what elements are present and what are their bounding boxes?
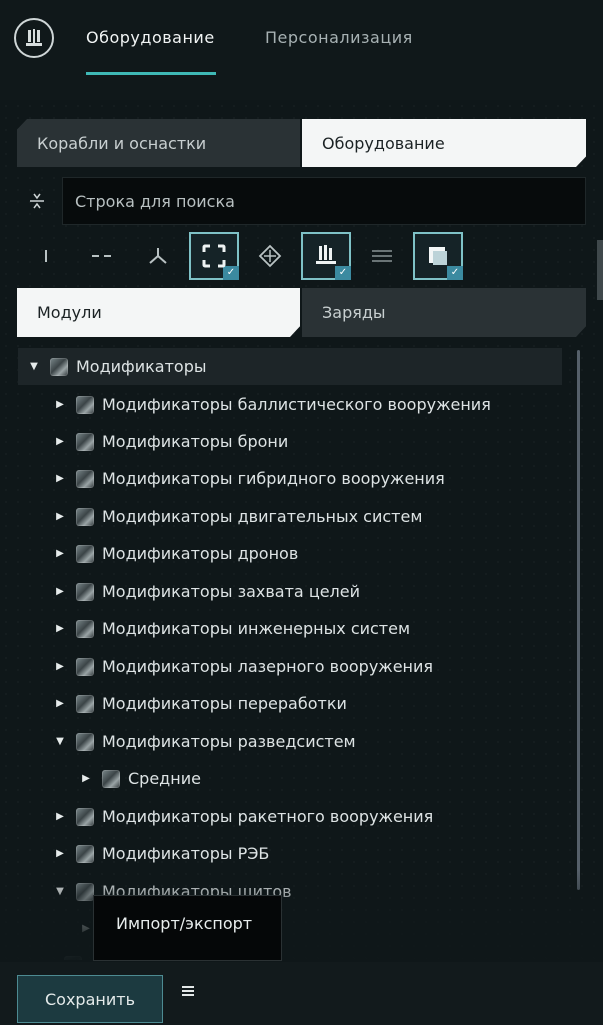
tree-item[interactable]: ▶ Модификаторы баллистического вооружени… bbox=[18, 386, 562, 423]
mid-slot-icon bbox=[92, 255, 111, 257]
top-bar: Оборудование Персонализация bbox=[0, 0, 603, 100]
rig-slot-icon bbox=[202, 244, 226, 268]
low-slot-icon bbox=[149, 248, 167, 264]
expand-arrow-icon[interactable]: ▶ bbox=[54, 399, 66, 410]
expand-arrow-icon[interactable]: ▶ bbox=[54, 811, 66, 822]
tree-item[interactable]: ▶ Средние bbox=[18, 760, 562, 797]
rig-group-icon bbox=[50, 357, 68, 376]
drone-filter[interactable] bbox=[242, 231, 298, 281]
tree-item-modifiers[interactable]: ▼ Модификаторы bbox=[18, 348, 562, 385]
rig-group-icon bbox=[76, 395, 94, 414]
rig-group-icon bbox=[64, 955, 82, 960]
rig-group-icon bbox=[76, 469, 94, 488]
resources-filter[interactable]: ✓ bbox=[410, 231, 466, 281]
expand-arrow-icon[interactable]: ▶ bbox=[54, 436, 66, 447]
hamburger-icon[interactable] bbox=[176, 980, 200, 1004]
expand-arrow-icon[interactable]: ▶ bbox=[54, 511, 66, 522]
expand-arrow-icon[interactable]: ▶ bbox=[54, 698, 66, 709]
expand-arrow-icon[interactable]: ▶ bbox=[54, 848, 66, 859]
rig-group-icon bbox=[102, 769, 120, 788]
tree-item[interactable]: ▼ Модификаторы разведсистем bbox=[18, 723, 562, 760]
rig-group-icon bbox=[76, 657, 94, 676]
skill-filter-icon bbox=[316, 245, 336, 264]
mid-slot-filter[interactable] bbox=[74, 231, 130, 281]
tree-item[interactable]: ▶ Модификаторы РЭБ bbox=[18, 835, 562, 872]
tree-item[interactable]: ▶ Модификаторы инженерных систем bbox=[18, 610, 562, 647]
expand-arrow-icon[interactable]: ▶ bbox=[54, 548, 66, 559]
tree-item[interactable]: ▶ Модификаторы захвата целей bbox=[18, 573, 562, 610]
expand-arrow-icon[interactable]: ▶ bbox=[54, 586, 66, 597]
tab-hardware[interactable]: Оборудование bbox=[302, 119, 586, 167]
search-bar bbox=[18, 177, 586, 225]
panel-scrollbar[interactable] bbox=[597, 240, 603, 300]
list-view-icon bbox=[372, 250, 392, 262]
tree-item[interactable]: ▶ Модификаторы ракетного вооружения bbox=[18, 798, 562, 835]
expand-arrow-icon[interactable]: ▼ bbox=[28, 361, 40, 372]
tab-ships-and-fittings[interactable]: Корабли и оснастки bbox=[17, 119, 300, 167]
low-slot-filter[interactable] bbox=[130, 231, 186, 281]
tree-item[interactable]: ▶ Модификаторы брони bbox=[18, 423, 562, 460]
expand-arrow-icon[interactable]: ▶ bbox=[54, 473, 66, 484]
tab-modules[interactable]: Модули bbox=[17, 288, 300, 337]
rig-group-icon bbox=[76, 582, 94, 601]
tab-personalization[interactable]: Персонализация bbox=[265, 28, 413, 47]
resources-icon bbox=[429, 247, 447, 265]
expand-arrow-icon[interactable]: ▶ bbox=[80, 923, 92, 934]
fitting-logo-icon[interactable] bbox=[14, 18, 54, 58]
skill-filter[interactable]: ✓ bbox=[298, 231, 354, 281]
tab-charges[interactable]: Заряды bbox=[302, 288, 586, 337]
tree-item[interactable]: ▶ Модификаторы дронов bbox=[18, 535, 562, 572]
rig-group-icon bbox=[76, 432, 94, 451]
search-input[interactable] bbox=[62, 177, 586, 225]
tree-scrollbar[interactable] bbox=[577, 350, 580, 890]
expand-arrow-icon[interactable]: ▶ bbox=[54, 623, 66, 634]
high-slot-icon bbox=[45, 250, 47, 262]
rig-group-icon bbox=[76, 507, 94, 526]
rig-slot-filter[interactable]: ✓ bbox=[186, 231, 242, 281]
rig-group-icon bbox=[76, 694, 94, 713]
expand-arrow-icon[interactable]: ▼ bbox=[54, 886, 66, 897]
rig-group-icon bbox=[76, 619, 94, 638]
import-export-tooltip: Импорт/экспорт bbox=[93, 895, 282, 961]
active-tab-indicator bbox=[86, 72, 216, 75]
save-button[interactable]: Сохранить bbox=[17, 975, 163, 1023]
tree-item[interactable]: ▶ Модификаторы лазерного вооружения bbox=[18, 648, 562, 685]
drone-icon bbox=[258, 244, 282, 268]
module-filter-bar: ✓ ✓ ✓ bbox=[18, 231, 586, 281]
rig-group-icon bbox=[76, 544, 94, 563]
rig-group-icon bbox=[76, 844, 94, 863]
expand-arrow-icon[interactable]: ▶ bbox=[80, 773, 92, 784]
expand-arrow-icon[interactable]: ▼ bbox=[54, 736, 66, 747]
high-slot-filter[interactable] bbox=[18, 231, 74, 281]
rig-group-icon bbox=[76, 807, 94, 826]
list-view-filter[interactable] bbox=[354, 231, 410, 281]
tree-item[interactable]: ▶ Модификаторы переработки bbox=[18, 685, 562, 722]
module-tree: ▼ Модификаторы ▶ Модификаторы баллистиче… bbox=[18, 346, 562, 960]
tree-item[interactable]: ▶ Модификаторы двигательных систем bbox=[18, 498, 562, 535]
collapse-icon[interactable] bbox=[18, 177, 56, 225]
expand-arrow-icon[interactable]: ▶ bbox=[54, 661, 66, 672]
tab-equipment[interactable]: Оборудование bbox=[86, 28, 215, 47]
tree-item[interactable]: ▶ Модификаторы гибридного вооружения bbox=[18, 460, 562, 497]
rig-group-icon bbox=[76, 732, 94, 751]
rig-group-icon bbox=[76, 882, 94, 901]
